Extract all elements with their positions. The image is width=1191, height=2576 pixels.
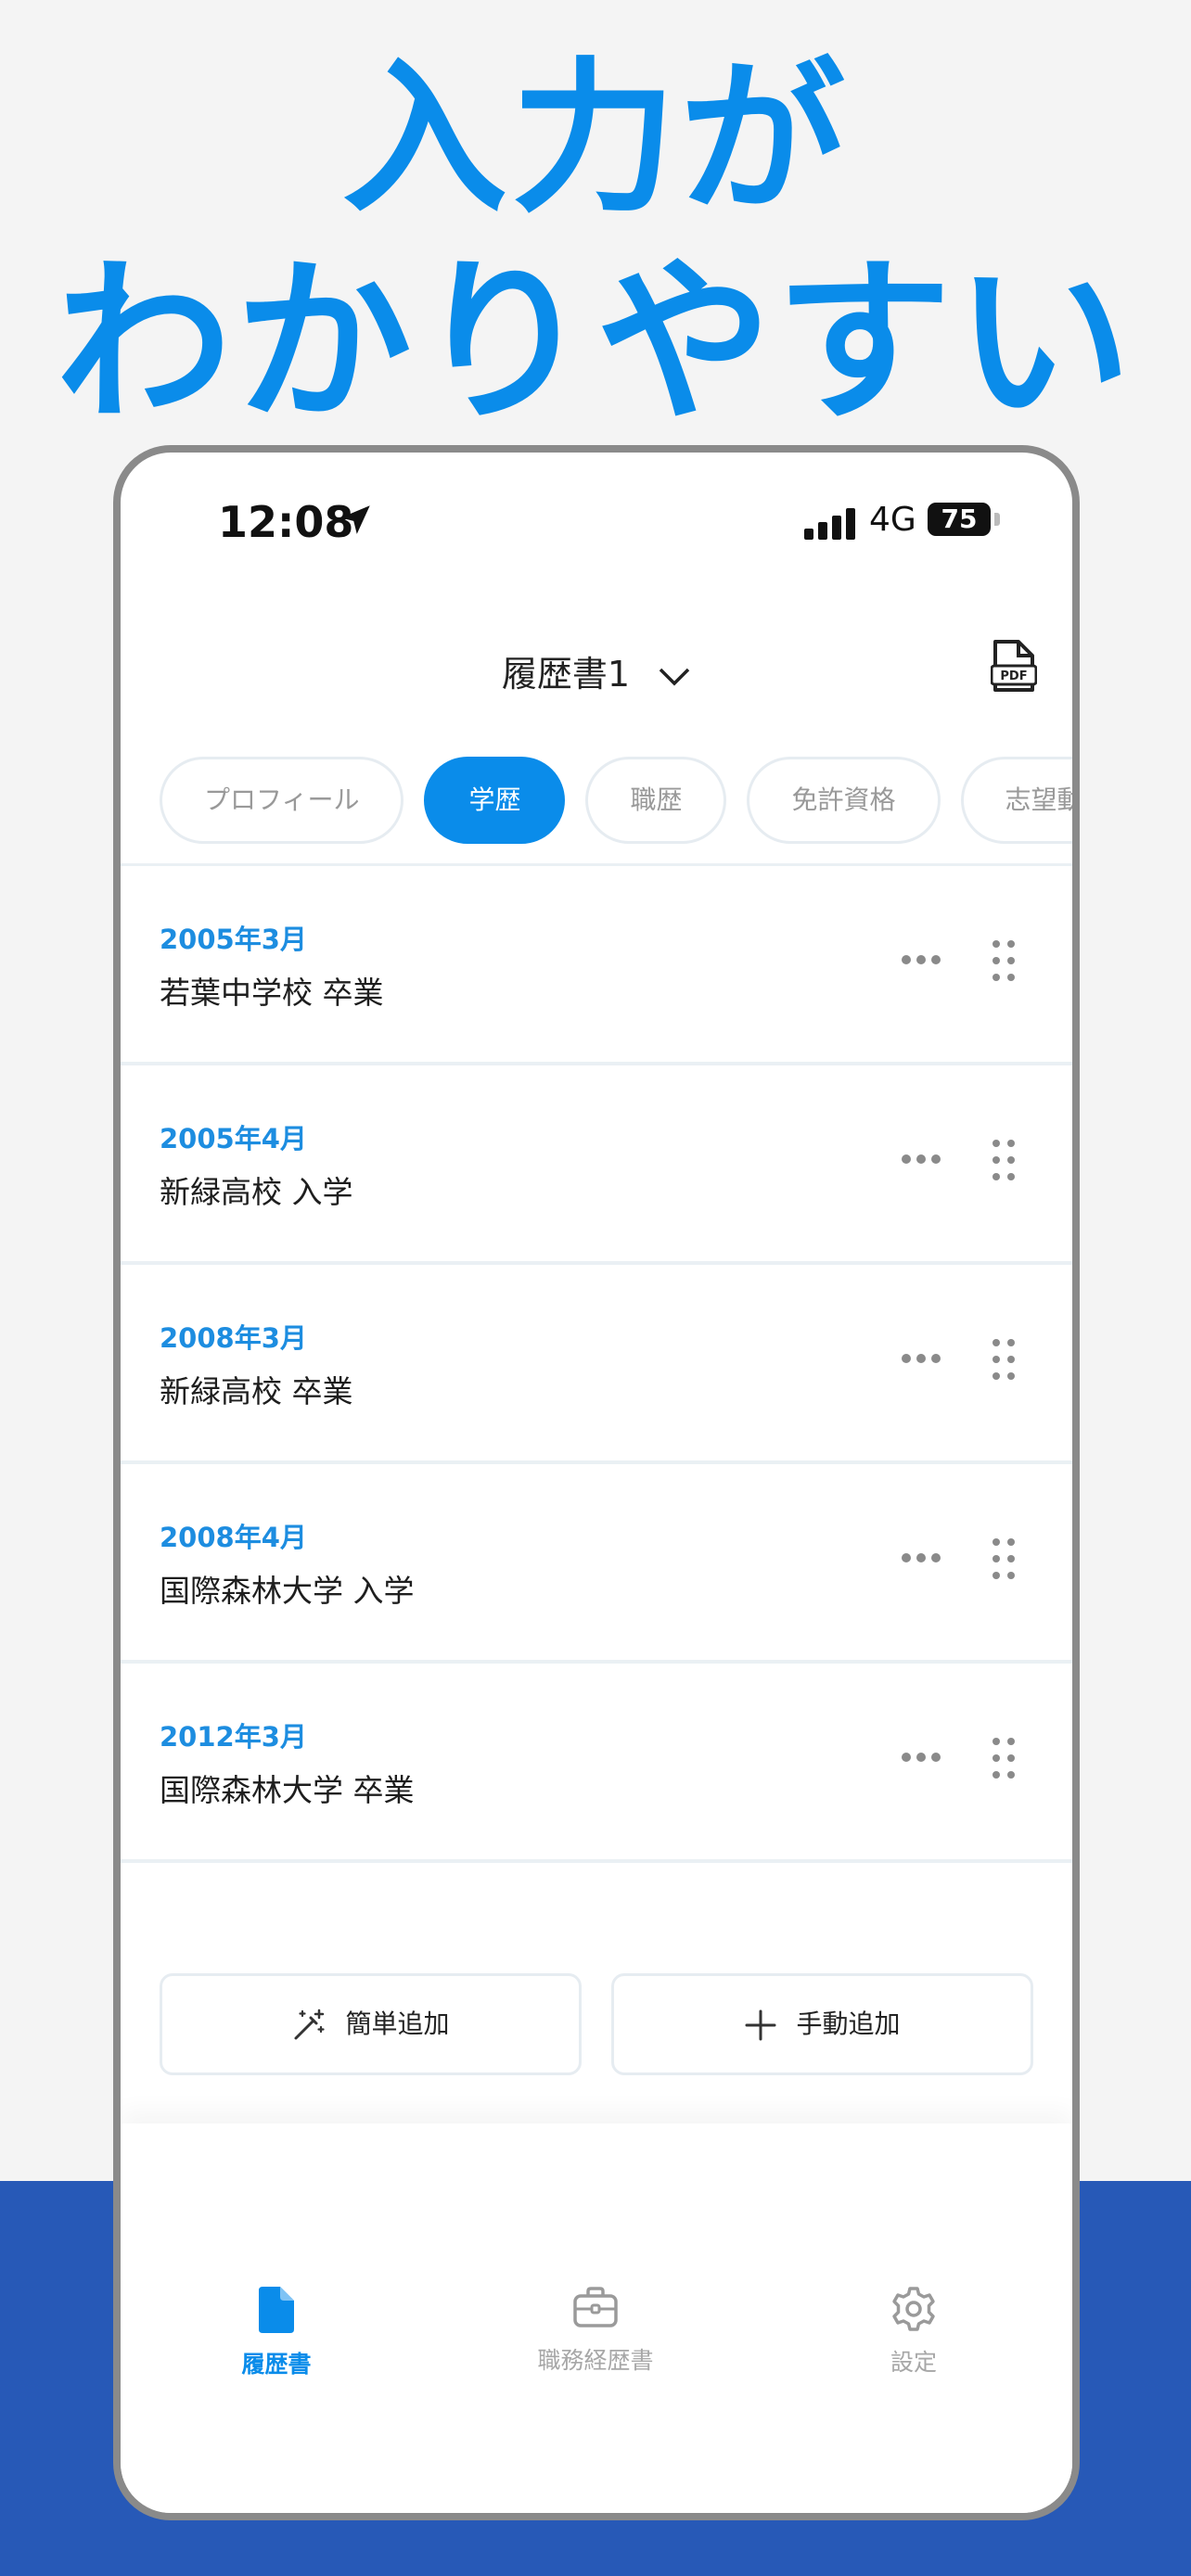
tabbar-resume[interactable]: 履歴書	[137, 2285, 416, 2379]
briefcase-icon	[573, 2287, 618, 2327]
more-options-icon[interactable]	[900, 1153, 942, 1166]
status-bar: 12:08 4G 75	[121, 453, 1072, 582]
entry-list: 2005年3月 若葉中学校 卒業 2005年4月 新緑高校 入学 2008年3月 新緑高校…	[121, 863, 1072, 1863]
promo-headline-line2: わかりやすい	[55, 240, 1135, 445]
manual-add-button[interactable]: 手動追加	[611, 1973, 1033, 2075]
document-title: 履歴書1	[501, 654, 631, 695]
magic-wand-icon	[294, 2009, 326, 2040]
gear-icon	[892, 2287, 935, 2331]
battery-cap	[994, 513, 1000, 526]
list-item[interactable]: 2005年3月若葉中学校 卒業	[121, 866, 1072, 1065]
manual-add-label: 手動追加	[796, 2009, 901, 2039]
location-arrow-icon	[340, 505, 370, 534]
tabbar-settings[interactable]: 設定	[775, 2285, 1053, 2378]
entry-date: 2008年4月	[160, 1522, 307, 1553]
svg-text:PDF: PDF	[1000, 670, 1027, 683]
document-selector[interactable]: 履歴書1	[121, 645, 1072, 696]
bottom-tab-bar: 履歴書 職務経歴書 設定	[121, 2123, 1072, 2513]
plus-icon	[745, 2009, 776, 2041]
entry-text: 新緑高校 卒業	[160, 1373, 353, 1409]
phone-frame: 12:08 4G 75 履歴書1 PDF プロフィール 学歴 職歴 免許資格 志望動 2…	[113, 445, 1080, 2520]
drag-handle-icon[interactable]	[991, 1337, 1017, 1382]
battery-icon: 75	[928, 503, 991, 536]
tabbar-settings-label: 設定	[890, 2349, 937, 2376]
document-icon	[259, 2287, 294, 2333]
drag-handle-icon[interactable]	[991, 1537, 1017, 1581]
entry-text: 国際森林大学 入学	[160, 1573, 415, 1609]
more-options-icon[interactable]	[900, 1352, 942, 1365]
signal-icon	[804, 508, 855, 540]
drag-handle-icon[interactable]	[991, 1138, 1017, 1182]
drag-handle-icon[interactable]	[991, 938, 1017, 983]
easy-add-button[interactable]: 簡単追加	[160, 1973, 582, 2075]
more-options-icon[interactable]	[900, 953, 942, 966]
list-item[interactable]: 2012年3月国際森林大学 卒業	[121, 1664, 1072, 1863]
entry-text: 国際森林大学 卒業	[160, 1772, 415, 1808]
entry-date: 2008年3月	[160, 1322, 307, 1354]
easy-add-label: 簡単追加	[345, 2009, 450, 2039]
entry-date: 2005年4月	[160, 1123, 307, 1154]
drag-handle-icon[interactable]	[991, 1736, 1017, 1780]
tabbar-resume-label: 履歴書	[241, 2351, 312, 2378]
entry-text: 若葉中学校 卒業	[160, 975, 384, 1011]
list-item[interactable]: 2008年4月国際森林大学 入学	[121, 1464, 1072, 1664]
tab-1[interactable]: 学歴	[424, 757, 566, 844]
entry-date: 2005年3月	[160, 924, 307, 955]
list-item[interactable]: 2005年4月新緑高校 入学	[121, 1065, 1072, 1265]
promo-headline-line1: 入力が	[342, 43, 849, 235]
status-time: 12:08	[218, 497, 354, 547]
network-type: 4G	[869, 501, 916, 539]
tab-3[interactable]: 免許資格	[747, 757, 941, 844]
entry-text: 新緑高校 入学	[160, 1174, 353, 1210]
chevron-down-icon	[659, 668, 690, 685]
tabbar-career-history[interactable]: 職務経歴書	[456, 2285, 735, 2376]
section-tabs: プロフィール 学歴 職歴 免許資格 志望動	[160, 757, 1072, 844]
pdf-export-icon[interactable]: PDF	[991, 638, 1037, 694]
tab-2[interactable]: 職歴	[585, 757, 727, 844]
tab-4[interactable]: 志望動	[960, 757, 1072, 844]
more-options-icon[interactable]	[900, 1751, 942, 1764]
tab-0[interactable]: プロフィール	[160, 757, 404, 844]
entry-date: 2012年3月	[160, 1721, 307, 1753]
tabbar-career-history-label: 職務経歴書	[537, 2347, 654, 2374]
more-options-icon[interactable]	[900, 1551, 942, 1564]
list-item[interactable]: 2008年3月新緑高校 卒業	[121, 1265, 1072, 1464]
